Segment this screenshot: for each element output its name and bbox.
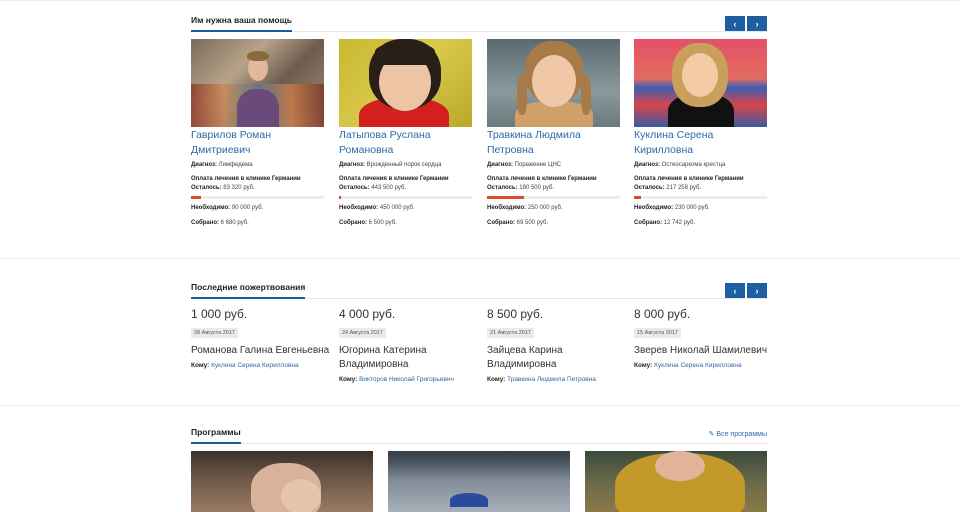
progress-bar — [487, 196, 620, 199]
child-photo[interactable] — [339, 39, 472, 127]
progress-bar — [634, 196, 767, 199]
collected-amount: Собрано: 6 680 руб. — [191, 220, 249, 226]
donor-name: Зверев Николай Шамилевич — [634, 345, 768, 356]
donation-item: 1 000 руб. 28 Августа 2017 Романова Гали… — [191, 307, 331, 369]
donation-date: 24 Августа 2017 — [339, 328, 386, 338]
progress-fill — [339, 196, 341, 199]
diagnosis: Диагноз: Лимфедема — [191, 162, 253, 168]
donation-recipient: Кому: Травкина Людмила Петровна — [487, 376, 596, 383]
donation-item: 4 000 руб. 24 Августа 2017 Югорина Катер… — [339, 307, 479, 383]
collected-amount: Собрано: 12 742 руб. — [634, 220, 696, 226]
child-photo[interactable] — [191, 39, 324, 127]
donation-recipient: Кому: Куклина Серена Кирилловна — [191, 362, 299, 369]
treatment: Оплата лечения в клинике Германии Остало… — [487, 176, 597, 191]
recipient-link[interactable]: Куклина Серена Кирилловна — [654, 362, 742, 369]
needs-help-nav: ‹ › — [725, 16, 767, 31]
program-card[interactable] — [388, 451, 570, 512]
child-photo[interactable] — [487, 39, 620, 127]
donation-amount: 1 000 руб. — [191, 307, 248, 321]
needs-help-section: Им нужна ваша помощь ‹ › — [0, 0, 960, 258]
all-programs-link[interactable]: ✎ Все программы — [709, 430, 767, 438]
donation-amount: 8 500 руб. — [487, 307, 544, 321]
needs-help-title: Им нужна ваша помощь — [191, 15, 292, 32]
child-name[interactable]: Куклина Серена Кирилловна — [634, 128, 767, 158]
diagnosis: Диагноз: Врожденный порок сердца — [339, 162, 442, 168]
needs-help-header: Им нужна ваша помощь ‹ › — [191, 15, 767, 32]
donation-amount: 8 000 руб. — [634, 307, 691, 321]
next-button[interactable]: › — [747, 283, 767, 298]
prev-button[interactable]: ‹ — [725, 16, 745, 31]
recipient-link[interactable]: Куклина Серена Кирилловна — [211, 362, 299, 369]
child-name[interactable]: Травкина Людмила Петровна — [487, 128, 620, 158]
treatment: Оплата лечения в клинике Германии Остало… — [191, 176, 301, 191]
collected-amount: Собрано: 69 500 руб. — [487, 220, 549, 226]
treatment: Оплата лечения в клинике Германии Остало… — [634, 176, 744, 191]
prev-button[interactable]: ‹ — [725, 283, 745, 298]
progress-fill — [191, 196, 201, 199]
donation-item: 8 500 руб. 21 Августа 2017 Зайцева Карин… — [487, 307, 627, 383]
donation-recipient: Кому: Викторов Николай Григорьевич — [339, 376, 454, 383]
donor-name: Югорина Катерина Владимировна — [339, 345, 427, 370]
needed-amount: Необходимо: 90 000 руб. — [191, 205, 264, 211]
progress-fill — [634, 196, 642, 199]
donation-item: 8 000 руб. 15 Августа 2017 Зверев Никола… — [634, 307, 774, 369]
child-card[interactable]: Гаврилов Роман Дмитриевич Диагноз: Лимфе… — [191, 39, 324, 226]
donation-date: 21 Августа 2017 — [487, 328, 534, 338]
programs-title: Программы — [191, 427, 241, 444]
diagnosis: Диагноз: Поражение ЦНС — [487, 162, 562, 168]
child-name[interactable]: Латыпова Руслана Романовна — [339, 128, 472, 158]
donor-name: Зайцева Карина Владимировна — [487, 345, 563, 370]
donor-name: Романова Галина Евгеньевна — [191, 345, 330, 356]
donation-amount: 4 000 руб. — [339, 307, 396, 321]
progress-fill — [487, 196, 524, 199]
recipient-link[interactable]: Викторов Николай Григорьевич — [359, 376, 454, 383]
child-name[interactable]: Гаврилов Роман Дмитриевич — [191, 128, 324, 158]
treatment: Оплата лечения в клинике Германии Остало… — [339, 176, 449, 191]
donation-recipient: Кому: Куклина Серена Кирилловна — [634, 362, 742, 369]
child-card[interactable]: Травкина Людмила Петровна Диагноз: Пораж… — [487, 39, 620, 226]
tag-icon: ✎ — [708, 431, 715, 438]
collected-amount: Собрано: 6 500 руб. — [339, 220, 397, 226]
donation-date: 15 Августа 2017 — [634, 328, 681, 338]
recipient-link[interactable]: Травкина Людмила Петровна — [507, 376, 596, 383]
needed-amount: Необходимо: 250 000 руб. — [487, 205, 563, 211]
child-photo[interactable] — [634, 39, 767, 127]
donations-nav: ‹ › — [725, 283, 767, 298]
donation-date: 28 Августа 2017 — [191, 328, 238, 338]
donations-header: Последние пожертвования ‹ › — [191, 282, 767, 299]
progress-bar — [191, 196, 324, 199]
needed-amount: Необходимо: 230 000 руб. — [634, 205, 710, 211]
programs-header: Программы ✎ Все программы — [191, 427, 767, 444]
program-card[interactable] — [585, 451, 767, 512]
diagnosis: Диагноз: Остеосаркома крестца — [634, 162, 726, 168]
progress-bar — [339, 196, 472, 199]
next-button[interactable]: › — [747, 16, 767, 31]
child-card[interactable]: Латыпова Руслана Романовна Диагноз: Врож… — [339, 39, 472, 226]
needed-amount: Необходимо: 450 000 руб. — [339, 205, 415, 211]
program-card[interactable] — [191, 451, 373, 512]
child-card[interactable]: Куклина Серена Кирилловна Диагноз: Остео… — [634, 39, 767, 226]
donations-section: Последние пожертвования ‹ › — [0, 258, 960, 405]
donations-title: Последние пожертвования — [191, 282, 306, 299]
